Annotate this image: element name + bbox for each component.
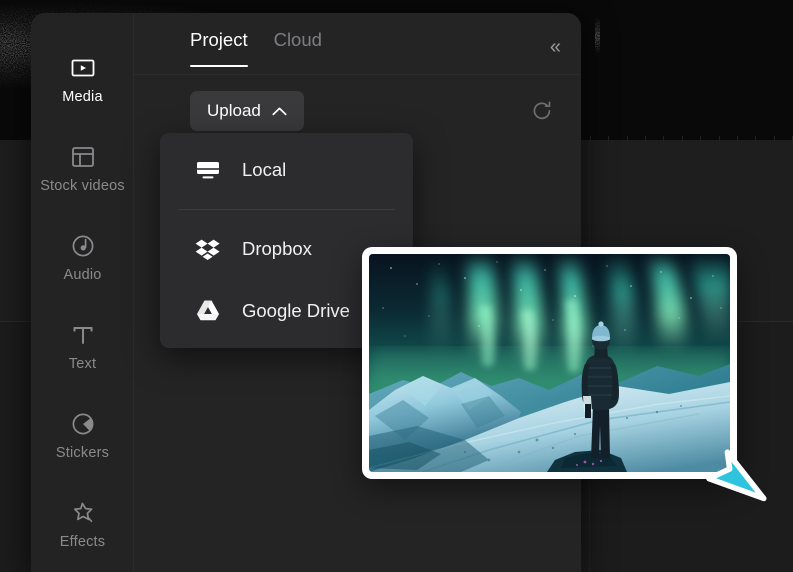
sidebar-item-label: Effects	[60, 535, 105, 550]
sidebar-item-stock-videos[interactable]: Stock videos	[31, 124, 134, 213]
collapse-panel-icon[interactable]: «	[550, 37, 559, 57]
layout-grid-icon	[70, 144, 96, 170]
upload-button-label: Upload	[207, 101, 261, 121]
sidebar-item-effects[interactable]: Effects	[31, 480, 134, 569]
tab-cloud[interactable]: Cloud	[274, 29, 322, 53]
sidebar-item-label: Text	[69, 357, 96, 372]
upload-button[interactable]: Upload	[190, 91, 304, 131]
screenshot-root: Media Stock videos	[0, 0, 793, 572]
google-drive-icon	[194, 297, 222, 325]
sidebar-item-audio[interactable]: Audio	[31, 213, 134, 302]
sidebar-item-media[interactable]: Media	[31, 35, 134, 124]
sticker-circle-icon	[70, 411, 96, 437]
aurora-thumbnail	[369, 254, 730, 472]
dropdown-item-label: Local	[242, 159, 286, 181]
media-thumbnail-card[interactable]	[362, 247, 737, 479]
panel-tabbar: Project Cloud «	[134, 13, 581, 68]
dropdown-separator	[178, 209, 395, 210]
text-t-icon	[70, 322, 96, 348]
dropdown-item-label: Dropbox	[242, 238, 312, 260]
sidebar-item-stickers[interactable]: Stickers	[31, 391, 134, 480]
audio-note-icon	[70, 233, 96, 259]
dropbox-icon	[194, 235, 222, 263]
tab-project[interactable]: Project	[190, 29, 248, 53]
chevron-up-icon	[272, 101, 287, 121]
sidebar-item-label: Stickers	[56, 446, 109, 461]
effects-star-icon	[70, 500, 96, 526]
dropdown-item-local[interactable]: Local	[160, 139, 413, 201]
sidebar-item-label: Stock videos	[40, 179, 125, 194]
refresh-icon[interactable]	[529, 98, 555, 124]
dropdown-item-label: Google Drive	[242, 300, 350, 322]
sidebar-item-label: Media	[62, 90, 103, 105]
panel-toolbar: Upload	[134, 89, 581, 133]
left-sidebar: Media Stock videos	[31, 13, 134, 572]
background-ruler-ticks	[590, 136, 793, 142]
monitor-icon	[194, 156, 222, 184]
media-play-icon	[70, 55, 96, 81]
tabbar-divider	[134, 74, 581, 75]
sidebar-item-label: Audio	[63, 268, 101, 283]
sidebar-item-text[interactable]: Text	[31, 302, 134, 391]
